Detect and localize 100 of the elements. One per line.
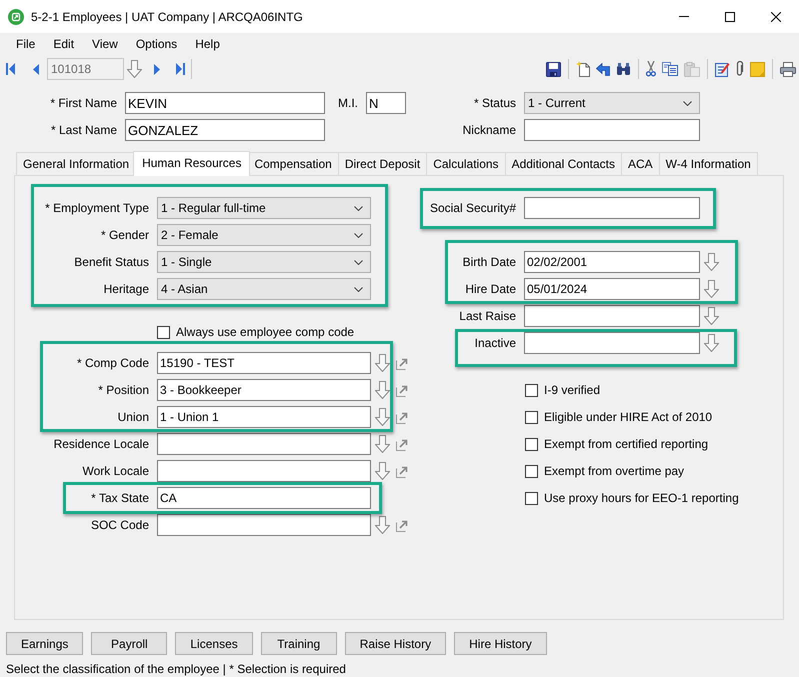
button[interactable]: Training	[260, 632, 337, 655]
button[interactable]: Hire History	[454, 632, 547, 655]
checkbox[interactable]	[525, 384, 538, 396]
chevron-down-icon	[354, 260, 363, 264]
dropdown[interactable]: 2 - Female	[157, 224, 371, 246]
diagonal-arrow-icon[interactable]	[396, 383, 410, 397]
checkbox-label: Exempt from certified reporting	[544, 437, 708, 451]
field-label: * Tax State	[91, 491, 149, 505]
dropdown[interactable]: 4 - Asian	[157, 278, 371, 300]
first-record-icon[interactable]	[6, 63, 15, 75]
app-logo	[8, 8, 24, 24]
down-arrow-icon[interactable]	[375, 354, 390, 372]
text-field[interactable]: CA	[157, 487, 371, 509]
diagonal-arrow-icon[interactable]	[396, 356, 410, 370]
text-field[interactable]: GONZALEZ	[125, 119, 325, 141]
field-label: Heritage	[104, 282, 149, 296]
button[interactable]: Payroll	[91, 632, 168, 655]
field-label: Birth Date	[462, 255, 516, 269]
notepad-pencil-icon[interactable]	[715, 61, 730, 77]
lookup-field[interactable]: 3 - Bookkeeper	[157, 379, 371, 401]
text-field[interactable]: N	[366, 92, 406, 114]
text-field[interactable]: KEVIN	[125, 92, 325, 114]
lookup-field[interactable]	[157, 514, 371, 536]
close-icon[interactable]	[771, 12, 781, 22]
diagonal-arrow-icon[interactable]	[396, 437, 410, 451]
checkbox-label: I-9 verified	[544, 383, 600, 397]
checkbox[interactable]	[157, 326, 170, 338]
date-field[interactable]	[524, 305, 700, 327]
diagonal-arrow-icon[interactable]	[396, 410, 410, 424]
checkbox[interactable]	[525, 492, 538, 504]
tab[interactable]: Human Resources	[133, 151, 250, 176]
date-field[interactable]: 05/01/2024	[524, 278, 700, 300]
text-field[interactable]	[524, 197, 700, 219]
menu-item[interactable]: Edit	[53, 37, 74, 51]
checkbox[interactable]	[525, 464, 538, 478]
down-arrow-icon[interactable]	[375, 408, 390, 426]
scissors-icon[interactable]	[646, 61, 656, 77]
printer-icon[interactable]	[780, 62, 796, 76]
maximize-icon[interactable]	[725, 12, 735, 22]
diagonal-arrow-icon[interactable]	[396, 464, 410, 478]
checkbox-label: Eligible under HIRE Act of 2010	[544, 410, 712, 424]
chevron-down-icon	[354, 286, 363, 292]
chevron-down-icon	[354, 232, 363, 238]
field-label: Benefit Status	[74, 255, 149, 269]
next-icon[interactable]	[154, 64, 160, 74]
save-icon[interactable]	[546, 62, 561, 76]
button[interactable]: Licenses	[175, 632, 253, 655]
button[interactable]: Raise History	[344, 632, 446, 655]
field-label: M.I.	[338, 96, 358, 110]
previous-icon[interactable]	[33, 64, 39, 74]
menu-item[interactable]: File	[16, 37, 36, 51]
dropdown[interactable]: 1 - Regular full-time	[157, 197, 371, 219]
field-label: Last Raise	[459, 309, 516, 323]
menu-item[interactable]: Options	[136, 37, 178, 51]
lookup-field[interactable]	[157, 433, 371, 455]
menu-item[interactable]: Help	[195, 37, 220, 51]
field-label: Nickname	[462, 123, 516, 137]
field-label: Inactive	[474, 336, 516, 350]
checkbox[interactable]	[525, 410, 538, 424]
field-label: Social Security#	[430, 201, 516, 215]
down-arrow-icon[interactable]	[375, 435, 390, 453]
tab[interactable]: W-4 Information	[658, 152, 758, 175]
checkbox-label: Use proxy hours for EEO-1 reporting	[544, 491, 739, 505]
checkbox-label: Exempt from overtime pay	[544, 464, 684, 478]
field-label: Union	[118, 410, 149, 424]
text-field[interactable]	[524, 119, 700, 141]
dropdown[interactable]: 1 - Current	[524, 92, 700, 114]
date-field[interactable]	[524, 332, 700, 354]
field-label: Work Locale	[82, 464, 149, 478]
last-record-icon[interactable]	[176, 63, 185, 75]
field-label: * First Name	[50, 96, 117, 110]
checkbox[interactable]	[525, 438, 538, 450]
down-arrow-icon[interactable]	[704, 253, 719, 271]
down-arrow-icon[interactable]	[375, 516, 390, 534]
down-arrow-icon[interactable]	[704, 280, 719, 298]
field-label: * Employment Type	[45, 201, 149, 215]
checkbox-label: Always use employee comp code	[176, 325, 354, 339]
down-arrow-icon[interactable]	[704, 307, 719, 325]
binoculars-icon[interactable]	[616, 62, 631, 76]
down-arrow-icon[interactable]	[375, 462, 390, 480]
down-arrow-icon[interactable]	[127, 60, 142, 78]
field-label: Hire Date	[465, 282, 516, 296]
button[interactable]: Earnings	[6, 632, 84, 655]
lookup-field[interactable]	[157, 460, 371, 482]
paperclip-icon[interactable]	[736, 61, 744, 77]
status-text: Select the classification of the employee | * Selection is required	[6, 662, 346, 676]
field-label: Residence Locale	[54, 437, 149, 451]
down-arrow-icon[interactable]	[704, 334, 719, 352]
undo-icon[interactable]	[596, 62, 610, 76]
menu-item[interactable]: View	[92, 37, 118, 51]
lookup-field[interactable]: 15190 - TEST	[157, 352, 371, 374]
copy-icon[interactable]	[662, 62, 678, 76]
dropdown[interactable]: 1 - Single	[157, 251, 371, 273]
down-arrow-icon[interactable]	[375, 381, 390, 399]
sticky-note-icon[interactable]	[750, 62, 765, 76]
date-field[interactable]: 02/02/2001	[524, 251, 700, 273]
lookup-field[interactable]: 1 - Union 1	[157, 406, 371, 428]
field-label: * Last Name	[50, 123, 117, 137]
diagonal-arrow-icon[interactable]	[396, 518, 410, 532]
new-document-icon[interactable]	[576, 61, 590, 77]
